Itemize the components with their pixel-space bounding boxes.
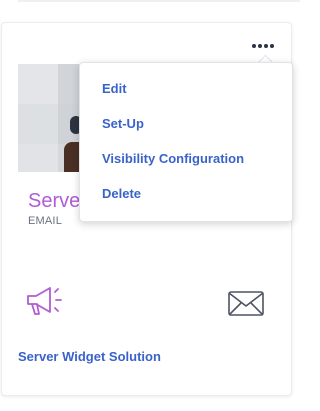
menu-item-delete[interactable]: Delete [102,186,141,201]
options-dropdown-menu: Edit Set-Up Visibility Configuration Del… [79,62,293,222]
more-dot [252,44,256,48]
envelope-icon[interactable] [227,290,265,318]
megaphone-icon[interactable] [24,284,70,318]
more-dot [270,44,274,48]
more-options-button[interactable] [249,38,277,54]
more-dot [258,44,262,48]
menu-item-edit[interactable]: Edit [102,81,127,96]
top-divider [18,0,300,2]
more-dot [264,44,268,48]
menu-item-set-up[interactable]: Set-Up [102,116,144,131]
menu-item-visibility-configuration[interactable]: Visibility Configuration [102,151,244,166]
widget-solution-link[interactable]: Server Widget Solution [18,349,161,364]
card-subtitle: EMAIL [28,215,63,227]
card-title: Serve [28,190,81,212]
